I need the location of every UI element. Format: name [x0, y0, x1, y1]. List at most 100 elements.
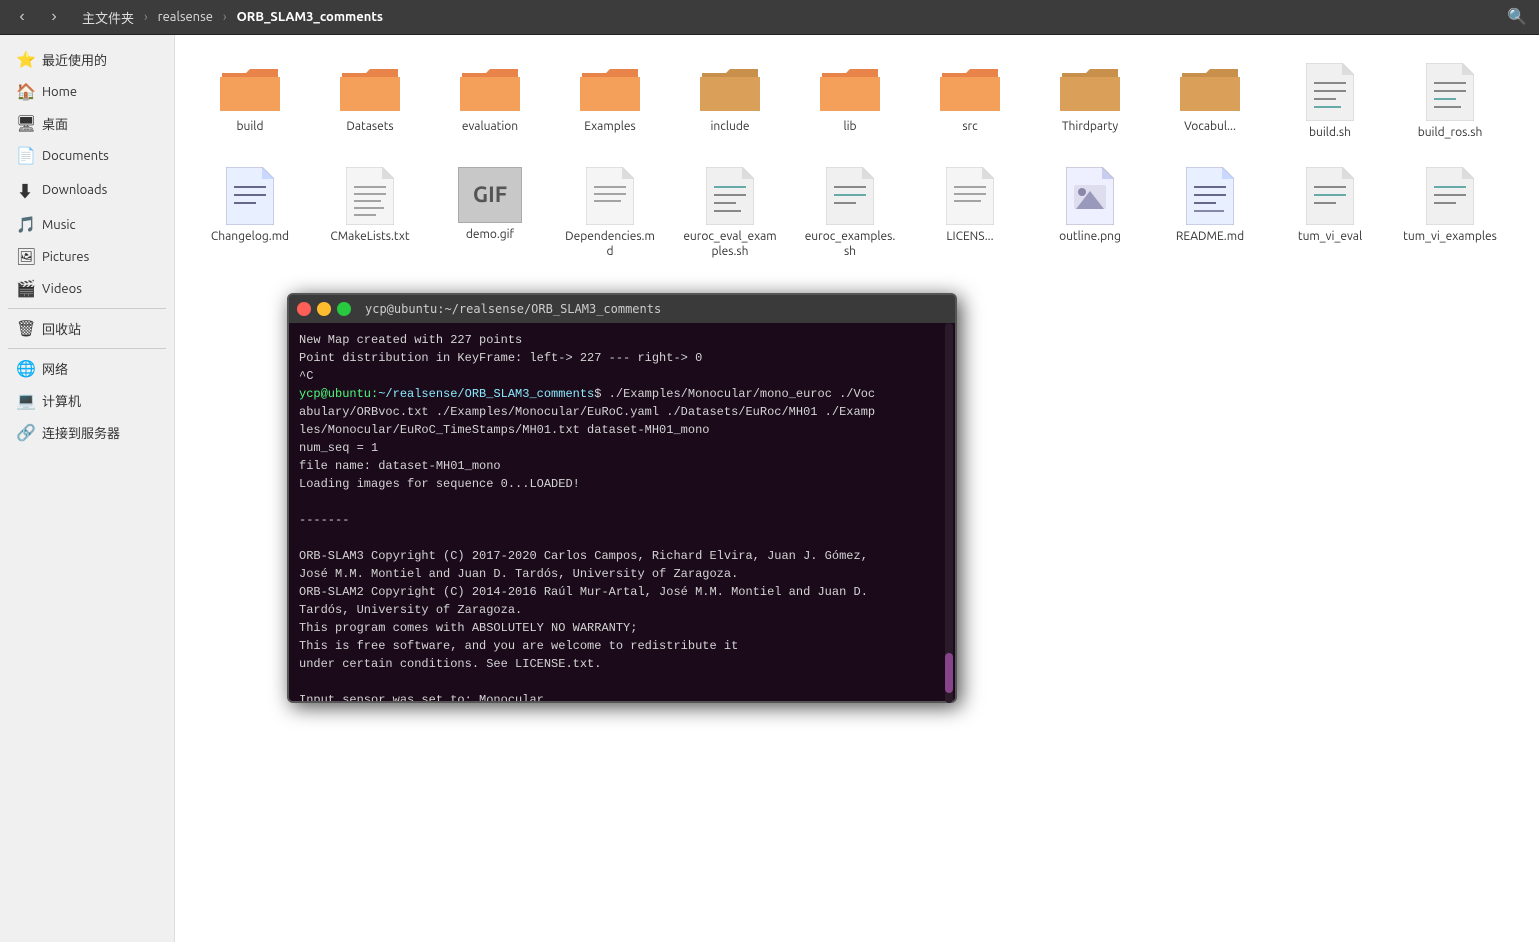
folder-vocabul[interactable]: Vocabul... [1155, 55, 1265, 149]
sidebar-item-documents-label: Documents [42, 149, 109, 163]
folder-examples[interactable]: Examples [555, 55, 665, 149]
file-build-ros-sh-label: build_ros.sh [1418, 125, 1483, 141]
file-dependencies-md[interactable]: Dependencies.md [555, 159, 665, 268]
file-demo-gif[interactable]: GIF demo.gif [435, 159, 545, 268]
connect-server-icon: 🔗 [16, 423, 34, 442]
sidebar-item-computer-label: 计算机 [42, 391, 81, 410]
terminal-maximize-button[interactable] [337, 302, 351, 316]
network-icon: 🌐 [16, 359, 34, 378]
folder-evaluation[interactable]: evaluation [435, 55, 545, 149]
file-readme-md-label: README.md [1176, 229, 1244, 245]
file-tum-vi-examples[interactable]: tum_vi_examples [1395, 159, 1505, 268]
file-icon [826, 167, 874, 225]
terminal-window[interactable]: ycp@ubuntu:~/realsense/ORB_SLAM3_comment… [287, 293, 957, 703]
terminal-scrollbar-thumb[interactable] [945, 653, 953, 693]
sidebar-item-connect-server-label: 连接到服务器 [42, 423, 120, 442]
folder-include-label: include [711, 119, 750, 135]
file-changelog-md[interactable]: Changelog.md [195, 159, 305, 268]
breadcrumb-sep-2: › [223, 10, 227, 24]
forward-button[interactable]: › [40, 3, 68, 31]
music-icon: 🎵 [16, 215, 34, 234]
sidebar-item-pictures-label: Pictures [42, 250, 89, 264]
computer-icon: 💻 [16, 391, 34, 410]
file-cmakelists-label: CMakeLists.txt [330, 229, 409, 245]
terminal-title: ycp@ubuntu:~/realsense/ORB_SLAM3_comment… [365, 302, 661, 316]
terminal-body[interactable]: New Map created with 227 points Point di… [289, 323, 955, 701]
file-tum-vi-eval[interactable]: tum_vi_eval [1275, 159, 1385, 268]
sidebar-item-computer[interactable]: 💻 计算机 [4, 385, 170, 416]
sidebar-item-connect-server[interactable]: 🔗 连接到服务器 [4, 417, 170, 448]
desktop-icon: 🖥 [16, 114, 34, 133]
back-button[interactable]: ‹ [8, 3, 36, 31]
folder-src[interactable]: src [915, 55, 1025, 149]
sidebar-item-home[interactable]: 🏠 Home [4, 76, 170, 107]
sidebar-item-network[interactable]: 🌐 网络 [4, 353, 170, 384]
file-demo-gif-label: demo.gif [466, 227, 514, 243]
terminal-close-button[interactable] [297, 302, 311, 316]
sidebar-item-home-label: Home [42, 85, 77, 99]
folder-examples-label: Examples [584, 119, 635, 135]
breadcrumb-realsense[interactable]: realsense [152, 8, 219, 26]
file-cmakelists[interactable]: CMakeLists.txt [315, 159, 425, 268]
sidebar-item-network-label: 网络 [42, 359, 68, 378]
sidebar-item-trash[interactable]: 🗑 回收站 [4, 313, 170, 344]
search-button[interactable]: 🔍 [1503, 3, 1531, 31]
folder-build-label: build [237, 119, 264, 135]
terminal-scrollbar[interactable] [945, 323, 953, 703]
file-icon [1066, 167, 1114, 225]
terminal-minimize-button[interactable] [317, 302, 331, 316]
trash-icon: 🗑 [16, 319, 34, 338]
file-icon [1186, 167, 1234, 225]
sidebar-item-desktop[interactable]: 🖥 桌面 [4, 108, 170, 139]
file-license-label: LICENS... [946, 229, 993, 245]
file-tum-vi-eval-label: tum_vi_eval [1298, 229, 1362, 245]
sidebar-item-documents[interactable]: 📄 Documents [4, 140, 170, 171]
recent-icon: ⭐ [16, 50, 34, 69]
sidebar-item-videos-label: Videos [42, 282, 82, 296]
file-build-sh-label: build.sh [1309, 125, 1351, 141]
file-icon [1306, 167, 1354, 225]
sidebar-item-music[interactable]: 🎵 Music [4, 209, 170, 240]
home-icon: 🏠 [16, 82, 34, 101]
sidebar-item-recent-label: 最近使用的 [42, 50, 107, 69]
folder-thirdparty[interactable]: Thirdparty [1035, 55, 1145, 149]
videos-icon: 🎬 [16, 279, 34, 298]
breadcrumb-current[interactable]: ORB_SLAM3_comments [231, 8, 390, 26]
sidebar-item-recent[interactable]: ⭐ 最近使用的 [4, 44, 170, 75]
sidebar-item-music-label: Music [42, 218, 76, 232]
file-readme-md[interactable]: README.md [1155, 159, 1265, 268]
folder-icon [698, 63, 762, 115]
documents-icon: 📄 [16, 146, 34, 165]
file-icon [1426, 63, 1474, 121]
file-icon [346, 167, 394, 225]
breadcrumb-home[interactable]: 主文件夹 [76, 6, 140, 29]
sidebar-item-downloads[interactable]: ⬇ Downloads [4, 172, 170, 208]
gif-file-icon: GIF [458, 167, 522, 223]
file-outline-png[interactable]: outline.png [1035, 159, 1145, 268]
file-build-ros-sh[interactable]: build_ros.sh [1395, 55, 1505, 149]
file-euroc-eval[interactable]: euroc_eval_examples.sh [675, 159, 785, 268]
file-area: build Datasets evaluation [175, 35, 1539, 942]
file-grid: build Datasets evaluation [195, 55, 1519, 268]
sidebar-item-videos[interactable]: 🎬 Videos [4, 273, 170, 304]
file-euroc-examples[interactable]: euroc_examples.sh [795, 159, 905, 268]
folder-vocabul-label: Vocabul... [1184, 119, 1236, 135]
file-build-sh[interactable]: build.sh [1275, 55, 1385, 149]
file-license[interactable]: LICENS... [915, 159, 1025, 268]
folder-lib[interactable]: lib [795, 55, 905, 149]
sidebar-divider-2 [8, 348, 166, 349]
folder-icon [338, 63, 402, 115]
file-tum-vi-examples-label: tum_vi_examples [1403, 229, 1497, 245]
folder-datasets[interactable]: Datasets [315, 55, 425, 149]
main-area: ⭐ 最近使用的 🏠 Home 🖥 桌面 📄 Documents ⬇ Downlo… [0, 35, 1539, 942]
folder-icon [218, 63, 282, 115]
file-icon [1426, 167, 1474, 225]
folder-include[interactable]: include [675, 55, 785, 149]
terminal-output: New Map created with 227 points Point di… [299, 331, 945, 701]
sidebar-item-trash-label: 回收站 [42, 319, 81, 338]
folder-icon [818, 63, 882, 115]
sidebar-item-pictures[interactable]: 🖼 Pictures [4, 241, 170, 272]
sidebar-divider-1 [8, 308, 166, 309]
pictures-icon: 🖼 [16, 247, 34, 266]
folder-build[interactable]: build [195, 55, 305, 149]
